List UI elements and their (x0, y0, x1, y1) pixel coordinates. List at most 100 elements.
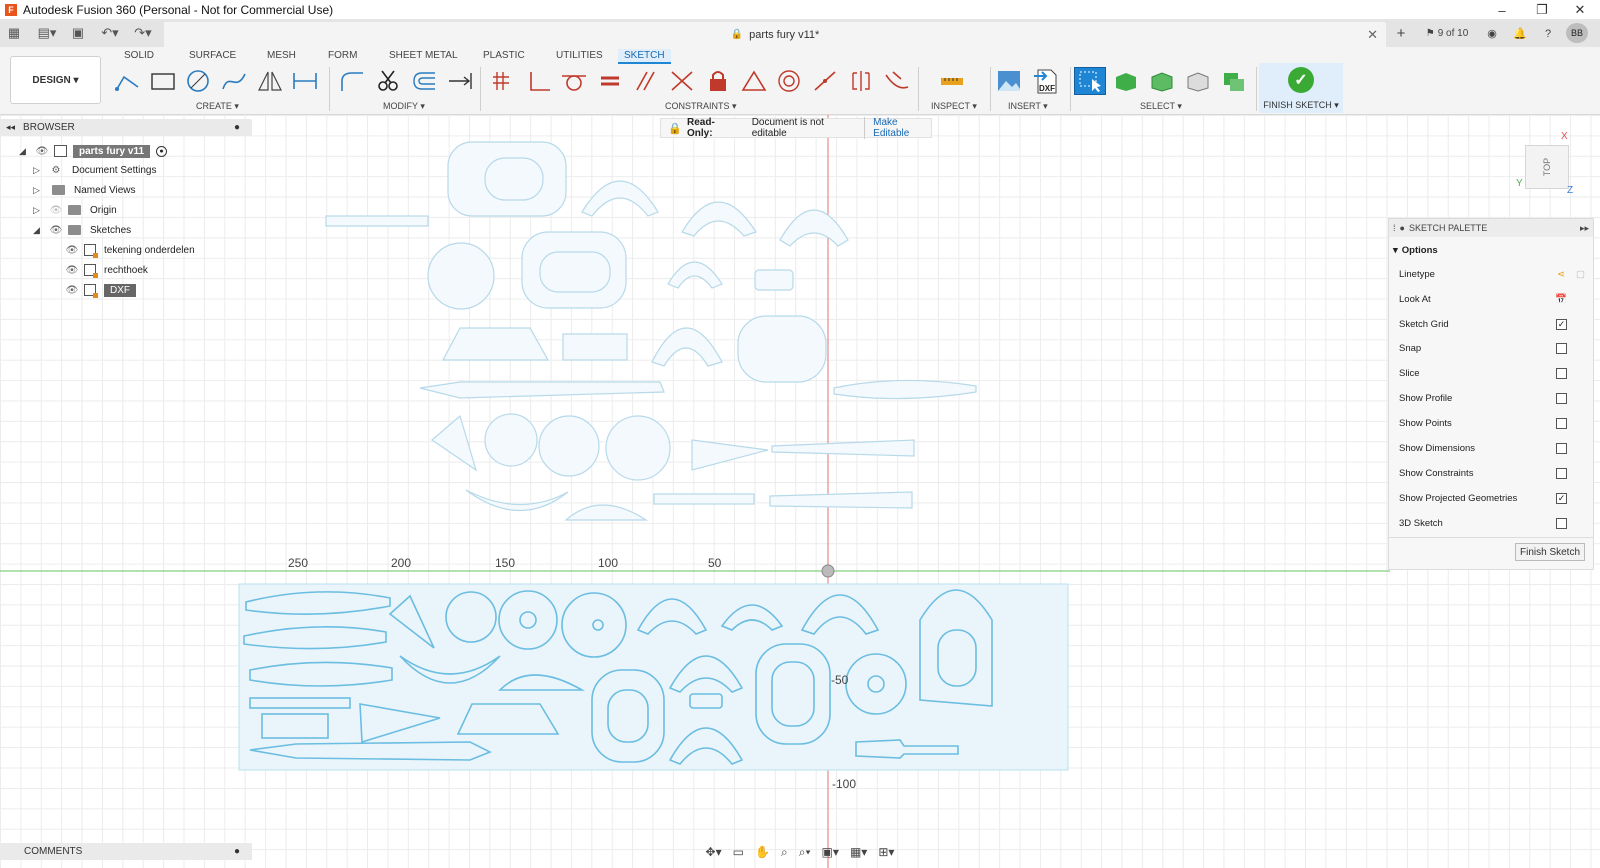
tree-item-sketch[interactable]: 👁 rechthoek (66, 262, 148, 278)
palette-header[interactable]: ⁞ ● SKETCH PALETTE ▸▸ (1389, 219, 1593, 237)
tree-item-document-settings[interactable]: ▷ ⚙ Document Settings (32, 162, 156, 178)
tangent-constraint-icon[interactable] (558, 67, 590, 95)
create-menu[interactable]: CREATE ▾ (196, 101, 239, 112)
construction-linetype-icon[interactable]: ⋖ (1557, 269, 1565, 280)
insert-dxf-icon[interactable]: DXF (1030, 67, 1062, 95)
offset-tool-icon[interactable] (408, 67, 440, 95)
tab-plastic[interactable]: PLASTIC (477, 49, 531, 62)
visibility-eye-icon[interactable]: 👁 (66, 285, 79, 296)
select-tool-icon[interactable] (1074, 67, 1106, 95)
tree-item-origin[interactable]: ▷ 👁 Origin (32, 202, 117, 218)
perpendicular-constraint-icon[interactable] (523, 67, 555, 95)
collapse-triangle-icon[interactable]: ◢ (32, 225, 41, 235)
look-at-icon[interactable]: 📅 (1555, 294, 1567, 305)
tab-surface[interactable]: SURFACE (183, 49, 242, 62)
undo-icon[interactable]: ↶▾ (97, 24, 123, 42)
orbit-icon[interactable]: ✥▾ (706, 845, 722, 859)
select-menu[interactable]: SELECT ▾ (1140, 101, 1182, 112)
save-icon[interactable]: ▣ (70, 24, 86, 42)
minimize-button[interactable]: – (1484, 0, 1520, 20)
close-window-button[interactable]: ✕ (1562, 0, 1598, 20)
concentric-constraint-icon[interactable] (773, 67, 805, 95)
pan-hand-icon[interactable]: ✋ (755, 845, 770, 859)
file-menu-icon[interactable]: ▤▾ (34, 24, 60, 42)
tab-sheet-metal[interactable]: SHEET METAL (383, 49, 464, 62)
parallel-constraint-icon[interactable] (630, 67, 662, 95)
spline-tool-icon[interactable] (218, 67, 250, 95)
fix-constraint-icon[interactable] (702, 67, 734, 95)
select-edge-icon[interactable] (1182, 67, 1214, 95)
look-at-nav-icon[interactable]: ▭ (733, 845, 744, 859)
show-profile-checkbox[interactable] (1556, 392, 1567, 404)
insert-menu[interactable]: INSERT ▾ (1008, 101, 1048, 112)
redo-icon[interactable]: ↷▾ (130, 24, 156, 42)
maximize-button[interactable]: ❐ (1524, 0, 1560, 20)
tree-item-sketch-active[interactable]: 👁 DXF (66, 282, 136, 298)
select-window-icon[interactable] (1218, 67, 1250, 95)
tab-sketch[interactable]: SKETCH (618, 49, 671, 64)
circle-tool-icon[interactable] (182, 67, 214, 95)
visibility-eye-icon[interactable]: 👁 (66, 245, 79, 256)
show-constraints-checkbox[interactable] (1556, 467, 1567, 479)
rectangle-tool-icon[interactable] (147, 67, 179, 95)
visibility-eye-hidden-icon[interactable]: 👁 (50, 205, 63, 216)
centerline-linetype-icon[interactable]: ▢ (1576, 269, 1585, 280)
coincident-point-icon[interactable] (809, 67, 841, 95)
display-settings-icon[interactable]: ▣▾ (822, 845, 839, 859)
visibility-eye-icon[interactable]: 👁 (66, 265, 79, 276)
3d-sketch-checkbox[interactable] (1556, 517, 1567, 529)
new-tab-icon[interactable]: + (1391, 23, 1411, 44)
coincident-constraint-icon[interactable] (487, 67, 519, 95)
view-cube[interactable]: TOP (1525, 145, 1569, 189)
zoom-window-icon[interactable]: ⌕▾ (799, 845, 811, 860)
job-status-icon[interactable]: ◉ (1482, 23, 1502, 44)
activate-radio-icon[interactable]: ● (156, 145, 168, 157)
tab-mesh[interactable]: MESH (261, 49, 302, 62)
collapse-triangle-icon[interactable]: ◢ (18, 146, 27, 156)
show-projected-geometries-checkbox[interactable]: ✓ (1556, 492, 1567, 504)
constraints-menu[interactable]: CONSTRAINTS ▾ (665, 101, 737, 112)
tab-solid[interactable]: SOLID (118, 49, 160, 62)
tab-form[interactable]: FORM (322, 49, 363, 62)
line-tool-icon[interactable] (112, 67, 144, 95)
insert-canvas-icon[interactable] (993, 67, 1025, 95)
section-triangle-icon[interactable]: ▾ (1393, 245, 1398, 256)
view-cube-face[interactable]: TOP (1542, 158, 1552, 176)
snap-checkbox[interactable] (1556, 342, 1567, 354)
finish-sketch-palette-button[interactable]: Finish Sketch (1515, 543, 1585, 561)
visibility-eye-icon[interactable]: 👁 (50, 225, 63, 236)
collinear-constraint-icon[interactable] (666, 67, 698, 95)
palette-pin-icon[interactable]: ● (1400, 223, 1405, 233)
trim-tool-icon[interactable] (372, 67, 404, 95)
options-section[interactable]: ▾ Options (1393, 241, 1583, 259)
zoom-icon[interactable]: ⌕ (781, 845, 788, 860)
user-avatar[interactable]: BB (1566, 23, 1588, 43)
tree-root[interactable]: ◢ 👁 parts fury v11 ● (18, 143, 168, 159)
finish-sketch-button[interactable]: ✓ FINISH SKETCH ▾ (1259, 63, 1343, 113)
grid-settings-icon[interactable]: ▦▾ (850, 845, 867, 859)
curvature-constraint-icon[interactable] (881, 67, 913, 95)
select-face-icon[interactable] (1146, 67, 1178, 95)
sketch-grid-checkbox[interactable]: ✓ (1556, 318, 1567, 330)
comments-panel[interactable]: COMMENTS ● (0, 843, 252, 860)
expand-triangle-icon[interactable]: ▷ (32, 205, 41, 215)
slice-checkbox[interactable] (1556, 367, 1567, 379)
tree-item-sketches[interactable]: ◢ 👁 Sketches (32, 222, 131, 238)
expand-triangle-icon[interactable]: ▷ (32, 185, 41, 195)
make-editable-link[interactable]: Make Editable (864, 117, 931, 139)
add-comment-icon[interactable]: ● (234, 846, 240, 857)
modify-menu[interactable]: MODIFY ▾ (383, 101, 425, 112)
palette-collapse-icon[interactable]: ▸▸ (1580, 223, 1589, 234)
visibility-eye-icon[interactable]: 👁 (36, 146, 49, 157)
close-tab-icon[interactable]: ✕ (1367, 27, 1378, 43)
midpoint-constraint-icon[interactable] (738, 67, 770, 95)
version-indicator[interactable]: ⚑ 9 of 10 (1421, 23, 1473, 44)
expand-triangle-icon[interactable]: ▷ (32, 165, 41, 175)
viewports-icon[interactable]: ⊞▾ (878, 845, 894, 859)
tree-item-sketch[interactable]: 👁 tekening onderdelen (66, 242, 195, 258)
app-grid-icon[interactable]: ▦ (6, 24, 22, 42)
mirror-tool-icon[interactable] (254, 67, 286, 95)
measure-tool-icon[interactable] (936, 67, 968, 95)
help-icon[interactable]: ? (1538, 23, 1558, 44)
workspace-switcher[interactable]: DESIGN ▾ (10, 56, 101, 104)
